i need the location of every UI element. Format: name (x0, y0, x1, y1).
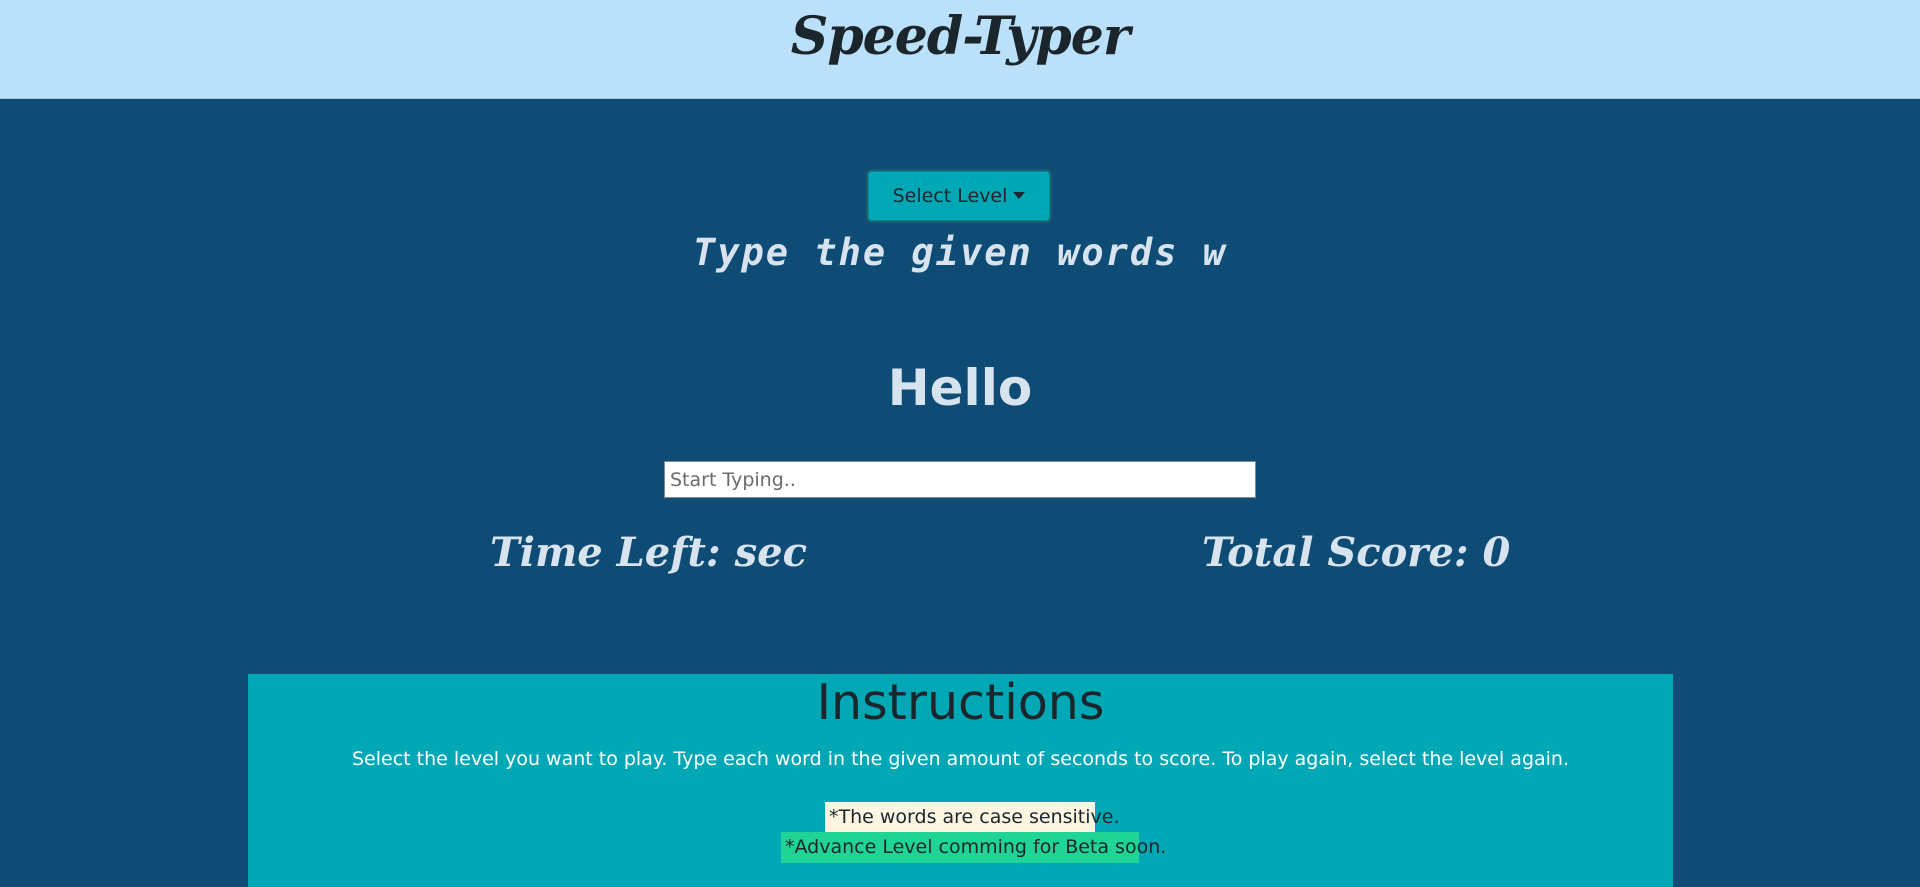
time-left-label: Time Left: (490, 529, 721, 576)
instructions-text: Select the level you want to play. Type … (351, 748, 1570, 770)
game-area: Select Level Type the given words w Hell… (0, 99, 1920, 887)
instructions-panel: Instructions Select the level you want t… (248, 674, 1673, 887)
app-header: Speed-Typer (0, 0, 1920, 99)
time-left-display: Time Left: sec (490, 529, 807, 576)
time-left-unit: sec (734, 529, 807, 576)
scrolling-hint-text: Type the given words w (692, 231, 1228, 274)
case-sensitive-note: *The words are case sensitive. (825, 802, 1120, 833)
total-score-display: Total Score: 0 (1202, 529, 1510, 576)
chevron-down-icon (1013, 191, 1026, 199)
select-level-label: Select Level (892, 185, 1008, 207)
typing-input[interactable] (664, 461, 1256, 498)
current-word: Hello (887, 359, 1033, 417)
instructions-title: Instructions (816, 674, 1105, 731)
beta-note: *Advance Level comming for Beta soon. (781, 832, 1166, 863)
app-title: Speed-Typer (790, 6, 1130, 67)
total-score-label: Total Score: (1202, 529, 1469, 576)
total-score-value: 0 (1482, 529, 1511, 576)
select-level-button[interactable]: Select Level (866, 169, 1052, 223)
